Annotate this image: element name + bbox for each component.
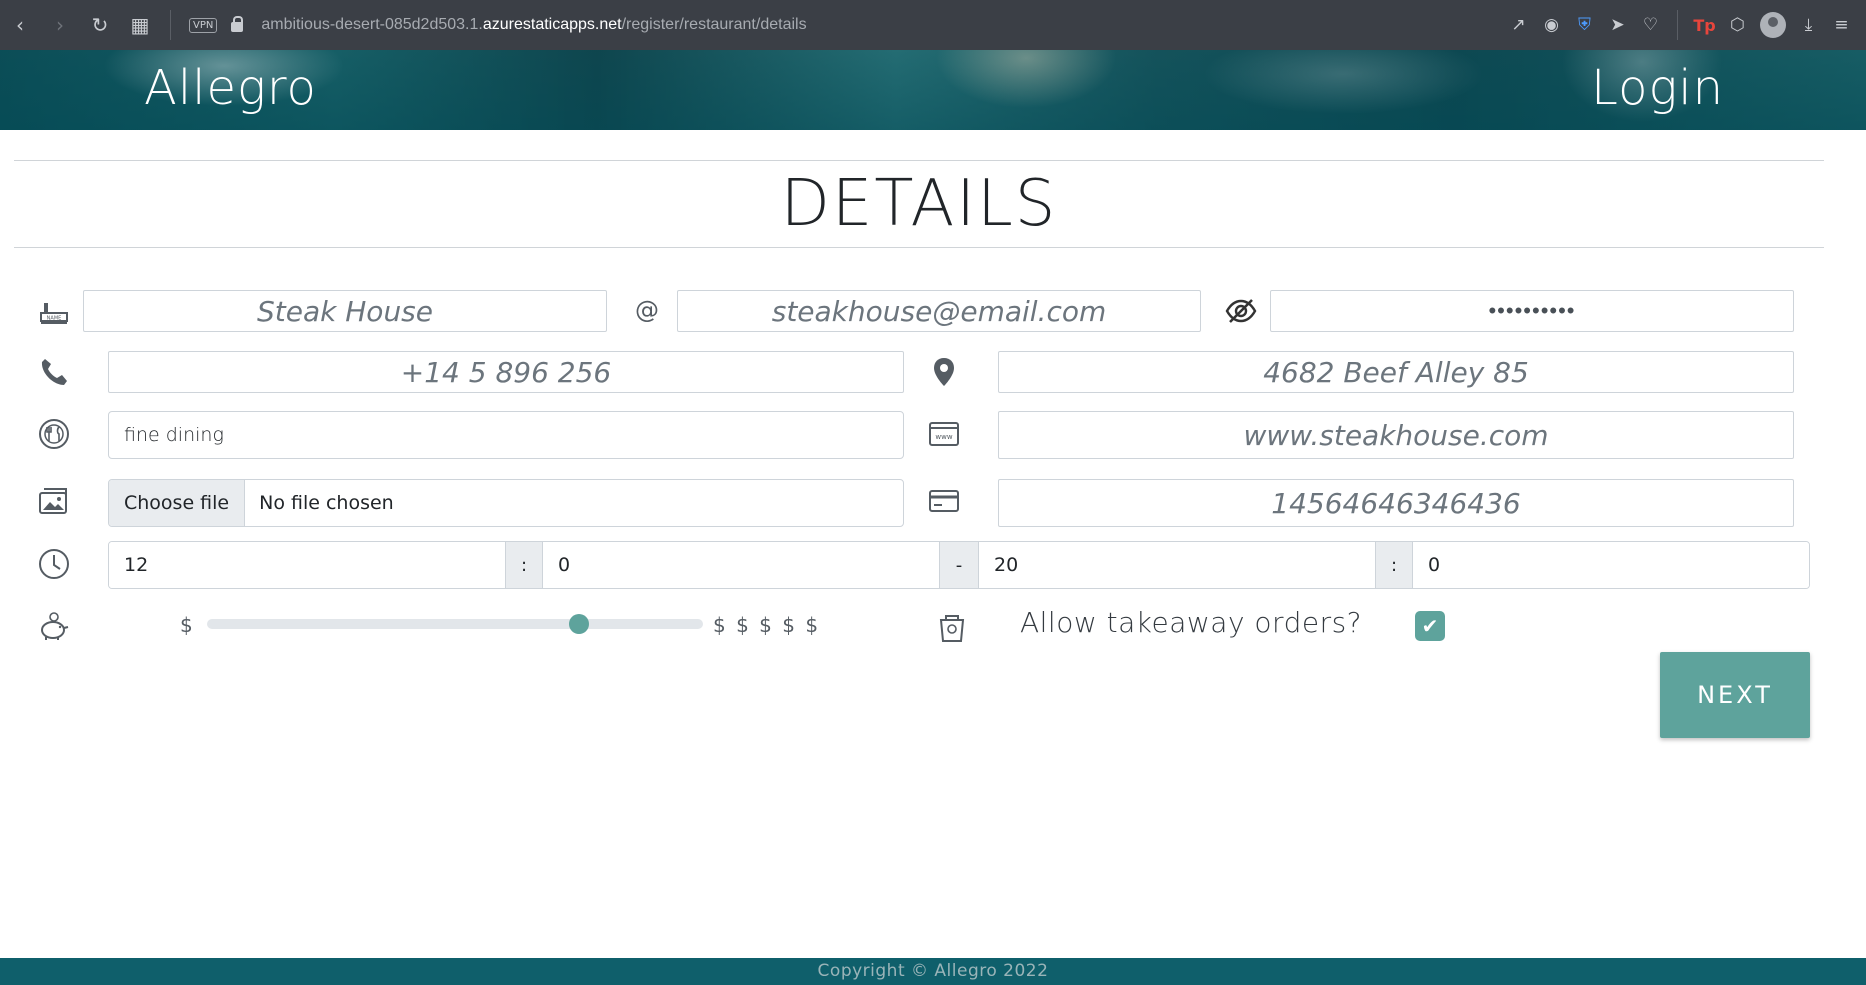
browser-toolbar: ‹ › ↻ ▦ VPN ambitious-desert-085d2d503.1… bbox=[0, 0, 1866, 50]
price-range-slider[interactable] bbox=[207, 619, 703, 629]
website-icon: www bbox=[927, 417, 961, 451]
back-icon[interactable]: ‹ bbox=[0, 0, 40, 50]
email-input[interactable]: steakhouse@email.com bbox=[677, 290, 1201, 332]
opening-hours-group: 12 : 0 - 20 : 0 bbox=[108, 541, 1810, 589]
address-bar[interactable]: ambitious-desert-085d2d503.1.azurestatic… bbox=[261, 16, 806, 34]
close-minute-input[interactable]: 0 bbox=[1413, 542, 1809, 588]
card-number-input[interactable]: 14564646346436 bbox=[998, 479, 1794, 527]
phone-icon bbox=[37, 355, 71, 389]
toolbar-divider bbox=[170, 10, 171, 40]
title-section: DETAILS bbox=[14, 160, 1824, 248]
map-pin-icon bbox=[927, 355, 961, 389]
clock-icon bbox=[37, 547, 71, 581]
logo-file-input[interactable]: Choose file No file chosen bbox=[108, 479, 904, 527]
cube-icon[interactable]: ⬡ bbox=[1721, 15, 1754, 35]
menu-icon[interactable]: ≡ bbox=[1825, 15, 1858, 35]
download-icon[interactable]: ⤓ bbox=[1792, 15, 1825, 35]
forward-icon[interactable]: › bbox=[40, 0, 80, 50]
dining-icon bbox=[37, 417, 71, 451]
choose-file-button[interactable]: Choose file bbox=[109, 480, 246, 526]
open-hour-input[interactable]: 12 bbox=[109, 542, 505, 588]
credit-card-icon bbox=[927, 484, 961, 518]
footer-copyright: Copyright © Allegro 2022 bbox=[0, 958, 1866, 985]
file-status-text: No file chosen bbox=[259, 492, 394, 514]
brand-logo-text[interactable]: Allegro bbox=[144, 60, 317, 116]
profile-avatar[interactable] bbox=[1760, 12, 1786, 38]
heart-icon[interactable]: ♡ bbox=[1634, 15, 1667, 35]
url-prefix: ambitious-desert-085d2d503.1. bbox=[261, 16, 483, 33]
vpn-badge[interactable]: VPN bbox=[189, 17, 218, 33]
site-header: Allegro Login bbox=[0, 50, 1866, 130]
at-icon: @ bbox=[635, 296, 659, 324]
url-domain: azurestaticapps.net bbox=[482, 16, 622, 33]
toolbar-divider bbox=[1677, 10, 1678, 40]
time-dash: - bbox=[939, 542, 979, 588]
time-colon: : bbox=[1375, 542, 1413, 588]
website-input[interactable]: www.steakhouse.com bbox=[998, 411, 1794, 459]
restaurant-name-input[interactable]: Steak House bbox=[83, 290, 607, 332]
checkmark-icon: ✔ bbox=[1421, 614, 1439, 638]
eye-slash-icon[interactable] bbox=[1224, 294, 1258, 328]
open-minute-input[interactable]: 0 bbox=[543, 542, 939, 588]
svg-text:www: www bbox=[935, 433, 952, 441]
camera-icon[interactable]: ◉ bbox=[1535, 15, 1568, 35]
piggy-bank-icon bbox=[37, 610, 71, 644]
tabs-grid-icon[interactable]: ▦ bbox=[120, 0, 160, 50]
lock-icon[interactable] bbox=[231, 16, 244, 32]
page-title: DETAILS bbox=[780, 167, 1058, 241]
next-button[interactable]: NEXT bbox=[1660, 652, 1810, 738]
share-icon[interactable]: ↗ bbox=[1502, 15, 1535, 35]
takeaway-checkbox[interactable]: ✔ bbox=[1415, 611, 1445, 641]
close-hour-input[interactable]: 20 bbox=[979, 542, 1375, 588]
login-link[interactable]: Login bbox=[1591, 60, 1724, 116]
shield-icon[interactable]: ⛨ bbox=[1568, 15, 1601, 35]
category-input[interactable]: fine dining bbox=[108, 411, 904, 459]
url-path: /register/restaurant/details bbox=[621, 16, 807, 33]
price-slider-thumb[interactable] bbox=[569, 614, 589, 634]
price-min-label: $ bbox=[180, 613, 193, 637]
reload-icon[interactable]: ↻ bbox=[80, 0, 120, 50]
svg-text:NAME: NAME bbox=[47, 316, 62, 322]
send-icon[interactable]: ➤ bbox=[1601, 15, 1634, 35]
price-max-label: $ $ $ $ $ bbox=[713, 613, 821, 637]
image-icon bbox=[37, 484, 71, 518]
address-input[interactable]: 4682 Beef Alley 85 bbox=[998, 351, 1794, 393]
takeaway-label: Allow takeaway orders? bbox=[1020, 606, 1363, 639]
extension-tp-icon[interactable]: Tp bbox=[1688, 16, 1721, 35]
restaurant-sign-icon: NAME bbox=[37, 294, 71, 328]
time-colon: : bbox=[505, 542, 543, 588]
takeaway-bag-icon bbox=[935, 610, 969, 644]
phone-input[interactable]: +14 5 896 256 bbox=[108, 351, 904, 393]
password-input[interactable]: •••••••••• bbox=[1270, 290, 1794, 332]
